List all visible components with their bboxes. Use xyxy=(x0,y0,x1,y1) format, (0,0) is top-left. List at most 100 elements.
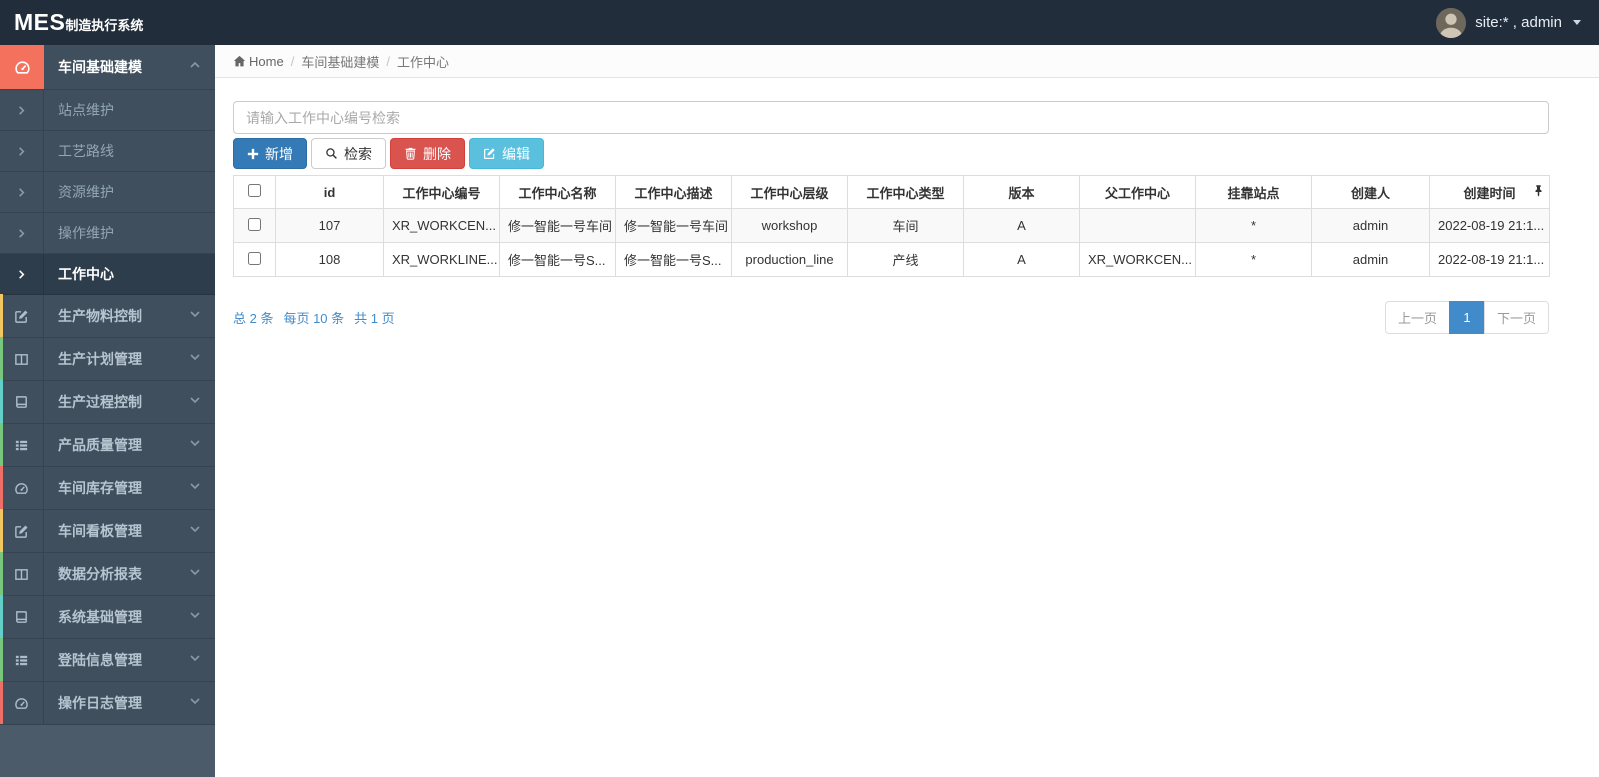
sidebar-item-label: 系统基础管理 xyxy=(58,609,142,625)
app-logo[interactable]: MES 制造执行系统 xyxy=(14,9,143,36)
column-header-level: 工作中心层级 xyxy=(731,175,848,209)
column-header-id: id xyxy=(275,175,384,209)
cell-parent xyxy=(1079,208,1196,243)
sidebar-item-workshop-inventory-management[interactable]: 车间库存管理 xyxy=(0,466,215,510)
user-menu[interactable]: site:* , admin xyxy=(1436,7,1581,38)
search-button-label: 检索 xyxy=(344,145,372,162)
sidebar-item-process-route[interactable]: 工艺路线 xyxy=(0,131,215,172)
sidebar-item-work-center[interactable]: 工作中心 xyxy=(0,254,215,295)
sidebar-item-label: 车间看板管理 xyxy=(58,523,142,539)
edit-icon xyxy=(484,148,495,159)
columns-icon xyxy=(0,553,44,595)
breadcrumb-item-workshop-modeling[interactable]: 车间基础建模 xyxy=(301,52,379,71)
page-count-label: 共 1 页 xyxy=(354,311,395,326)
edit-button-label: 编辑 xyxy=(502,145,530,162)
sidebar-item-operation-maintenance[interactable]: 操作维护 xyxy=(0,213,215,254)
sidebar-item-operation-log-management[interactable]: 操作日志管理 xyxy=(0,681,215,725)
list-icon xyxy=(0,639,44,681)
gauge-icon xyxy=(0,682,44,724)
columns-icon xyxy=(0,338,44,380)
edit-button[interactable]: 编辑 xyxy=(469,138,544,169)
accent-strip xyxy=(0,595,3,638)
brand-secondary: 制造执行系统 xyxy=(65,18,144,33)
sidebar-item-resource-maintenance[interactable]: 资源维护 xyxy=(0,172,215,213)
trash-icon xyxy=(405,147,416,160)
arrow-right-icon xyxy=(0,90,44,130)
gauge-icon xyxy=(0,45,44,89)
chevron-up-icon xyxy=(189,58,201,76)
cell-creator: admin xyxy=(1311,208,1430,243)
search-icon xyxy=(326,148,337,159)
chevron-down-icon xyxy=(189,565,201,583)
chevron-down-icon xyxy=(189,694,201,712)
accent-strip xyxy=(0,638,3,681)
row-checkbox[interactable] xyxy=(248,217,261,231)
sidebar-item-data-analysis-reports[interactable]: 数据分析报表 xyxy=(0,552,215,596)
next-page-button[interactable]: 下一页 xyxy=(1483,301,1549,334)
breadcrumb-separator: / xyxy=(290,53,295,69)
row-checkbox[interactable] xyxy=(248,251,261,265)
sidebar-item-label: 资源维护 xyxy=(58,184,114,200)
sidebar-item-label: 操作维护 xyxy=(58,225,114,241)
arrow-right-icon xyxy=(0,213,44,253)
cell-version: A xyxy=(963,208,1080,243)
arrow-right-icon xyxy=(0,172,44,212)
per-page-label[interactable]: 每页 10 条 xyxy=(283,308,344,327)
sidebar-item-workshop-kanban-management[interactable]: 车间看板管理 xyxy=(0,509,215,553)
search-button[interactable]: 检索 xyxy=(311,138,386,169)
gauge-icon xyxy=(0,467,44,509)
book-icon xyxy=(0,381,44,423)
cell-code: XR_WORKLINE... xyxy=(383,242,500,277)
column-header-type: 工作中心类型 xyxy=(847,175,964,209)
chevron-down-icon xyxy=(189,608,201,626)
cell-creator: admin xyxy=(1311,242,1430,277)
cell-name: 修一智能一号车间 xyxy=(499,208,616,243)
cell-id: 108 xyxy=(275,242,384,277)
page-1-button[interactable]: 1 xyxy=(1448,301,1485,334)
sidebar-item-login-info-management[interactable]: 登陆信息管理 xyxy=(0,638,215,682)
cell-description: 修一智能一号S... xyxy=(615,242,732,277)
sidebar-item-site-maintenance[interactable]: 站点维护 xyxy=(0,90,215,131)
select-all-checkbox[interactable] xyxy=(248,184,261,197)
total-count-label: 总 2 条 xyxy=(233,311,274,326)
pagination-summary: 总 2 条 每页 10 条 共 1 页 xyxy=(233,308,395,327)
arrow-right-icon xyxy=(0,131,44,171)
sidebar-group-workshop-basic-modeling[interactable]: 车间基础建模 xyxy=(0,45,215,90)
cell-site: * xyxy=(1195,208,1312,243)
add-button[interactable]: 新增 xyxy=(233,138,307,169)
chevron-down-icon xyxy=(189,307,201,325)
brand-primary: MES xyxy=(14,9,66,35)
accent-strip xyxy=(0,337,3,380)
chevron-down-icon xyxy=(189,651,201,669)
cell-parent: XR_WORKCEN... xyxy=(1079,242,1196,277)
sidebar-item-production-process-control[interactable]: 生产过程控制 xyxy=(0,380,215,424)
cell-level: production_line xyxy=(731,242,848,277)
delete-button[interactable]: 删除 xyxy=(390,138,465,169)
accent-strip xyxy=(0,509,3,552)
pagination-controls: 上一页 1 下一页 xyxy=(1384,301,1549,334)
column-header-code: 工作中心编号 xyxy=(383,175,500,209)
pagination-bar: 总 2 条 每页 10 条 共 1 页 上一页 1 下一页 xyxy=(233,301,1549,334)
search-input[interactable] xyxy=(233,101,1549,134)
column-header-name: 工作中心名称 xyxy=(499,175,616,209)
add-button-label: 新增 xyxy=(265,145,293,162)
accent-strip xyxy=(0,423,3,466)
sidebar-item-product-quality-management[interactable]: 产品质量管理 xyxy=(0,423,215,467)
breadcrumb-home[interactable]: Home xyxy=(233,54,284,69)
sidebar-item-system-basic-management[interactable]: 系统基础管理 xyxy=(0,595,215,639)
work-center-table: id 工作中心编号 工作中心名称 工作中心描述 工作中心层级 工作中心类型 版本… xyxy=(233,175,1550,277)
home-icon xyxy=(233,55,246,66)
sidebar-item-production-material-control[interactable]: 生产物料控制 xyxy=(0,294,215,338)
breadcrumb-item-work-center: 工作中心 xyxy=(396,54,449,70)
column-header-version: 版本 xyxy=(963,175,1080,209)
sidebar-item-label: 生产计划管理 xyxy=(58,351,142,367)
column-header-created-time: 创建时间 xyxy=(1429,175,1550,209)
prev-page-button[interactable]: 上一页 xyxy=(1384,301,1450,334)
column-header-creator: 创建人 xyxy=(1311,175,1430,209)
column-header-description: 工作中心描述 xyxy=(615,175,732,209)
table-header-row: id 工作中心编号 工作中心名称 工作中心描述 工作中心层级 工作中心类型 版本… xyxy=(233,175,1550,209)
sidebar-item-production-plan-management[interactable]: 生产计划管理 xyxy=(0,337,215,381)
pin-icon[interactable] xyxy=(1534,185,1543,200)
sidebar-item-label: 站点维护 xyxy=(58,102,114,118)
sidebar-item-label: 数据分析报表 xyxy=(58,566,142,582)
